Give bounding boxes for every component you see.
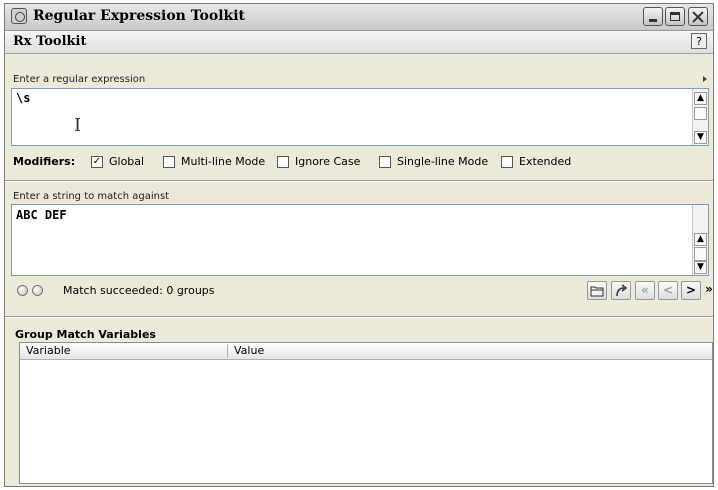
regex-input[interactable]: \s I ▲ ▼ — [11, 88, 709, 146]
multiline-checkbox[interactable] — [163, 156, 175, 168]
open-folder-button[interactable] — [587, 281, 607, 300]
multiline-label[interactable]: Multi-line Mode — [181, 155, 265, 168]
panel-header: Rx Toolkit ? — [5, 31, 713, 54]
group-match-title: Group Match Variables — [15, 328, 156, 341]
scroll-thumb[interactable] — [694, 107, 707, 120]
ignore-case-checkbox[interactable] — [277, 156, 289, 168]
table-header: Variable Value — [20, 343, 712, 360]
app-icon — [11, 8, 27, 24]
subject-text: ABC DEF — [16, 208, 67, 222]
regex-label: Enter a regular expression — [13, 74, 146, 85]
scroll-down-icon[interactable]: ▼ — [694, 261, 707, 274]
last-match-button[interactable]: » — [704, 281, 714, 300]
scroll-up-icon[interactable]: ▲ — [694, 233, 707, 246]
subject-label: Enter a string to match against — [13, 191, 170, 202]
maximize-button[interactable] — [665, 7, 685, 26]
status-led-icon — [32, 285, 43, 296]
group-match-table[interactable]: Variable Value — [19, 342, 713, 484]
global-label[interactable]: Global — [109, 155, 144, 168]
close-button[interactable] — [688, 7, 708, 26]
regex-scrollbar[interactable]: ▲ ▼ — [692, 89, 708, 145]
subject-scrollbar[interactable]: ▲ ▼ — [692, 205, 708, 275]
replace-arrow-icon — [616, 284, 628, 297]
first-match-button[interactable]: « — [635, 281, 655, 300]
ignore-case-label[interactable]: Ignore Case — [295, 155, 360, 168]
minimize-button[interactable] — [643, 7, 663, 26]
replace-button[interactable] — [611, 281, 631, 300]
section-divider — [5, 316, 713, 318]
extended-checkbox[interactable] — [501, 156, 513, 168]
status-led-icon — [17, 285, 28, 296]
match-status: Match succeeded: 0 groups — [63, 284, 215, 297]
subject-input[interactable]: ABC DEF ▲ ▼ — [11, 204, 709, 276]
help-button[interactable]: ? — [691, 33, 707, 49]
ibeam-cursor-icon: I — [74, 115, 82, 136]
column-header-variable[interactable]: Variable — [26, 344, 71, 357]
scroll-up-icon[interactable]: ▲ — [694, 92, 707, 105]
column-header-value[interactable]: Value — [234, 344, 264, 357]
global-checkbox[interactable]: ✓ — [91, 156, 103, 168]
modifiers-label: Modifiers: — [13, 155, 76, 168]
scroll-down-icon[interactable]: ▼ — [694, 131, 707, 144]
singleline-checkbox[interactable] — [379, 156, 391, 168]
panel-title: Rx Toolkit — [13, 34, 87, 49]
scroll-thumb[interactable] — [694, 247, 707, 261]
regex-toolkit-window: Regular Expression Toolkit Rx Toolkit ? … — [4, 3, 714, 487]
extended-label[interactable]: Extended — [519, 155, 571, 168]
status-bar: Match succeeded: 0 groups « < > » — [5, 278, 713, 304]
column-divider[interactable] — [227, 344, 228, 358]
next-match-button[interactable]: > — [681, 281, 701, 300]
expand-arrow-icon[interactable] — [703, 76, 707, 82]
section-divider — [5, 180, 713, 182]
singleline-label[interactable]: Single-line Mode — [397, 155, 488, 168]
regex-text: \s — [16, 91, 31, 105]
window-title: Regular Expression Toolkit — [33, 8, 246, 24]
folder-icon — [590, 286, 604, 297]
previous-match-button[interactable]: < — [658, 281, 678, 300]
title-bar[interactable]: Regular Expression Toolkit — [5, 4, 713, 31]
